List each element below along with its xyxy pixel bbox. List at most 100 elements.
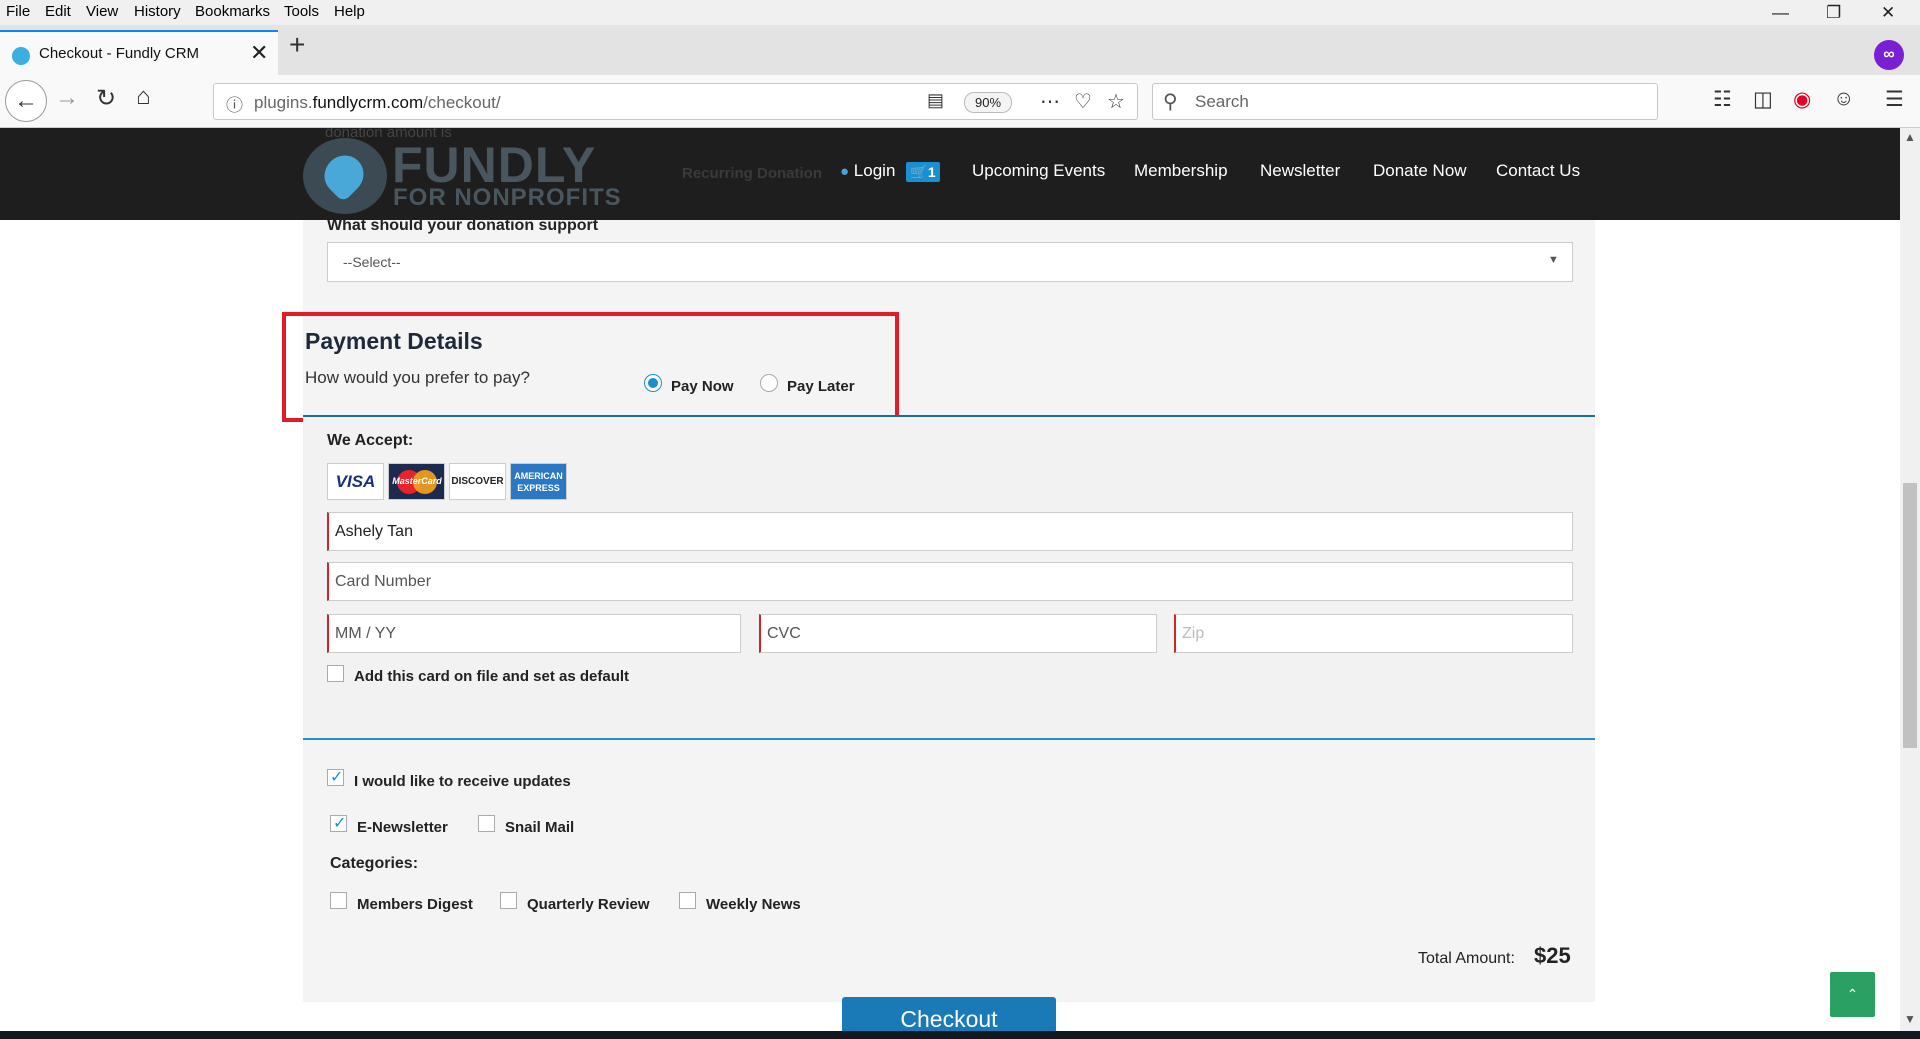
bookmark-star-icon[interactable]: ☆ — [1107, 89, 1125, 114]
menu-edit[interactable]: Edit — [45, 3, 71, 20]
weekly-news-label[interactable]: Weekly News — [706, 896, 801, 913]
save-card-checkbox[interactable] — [327, 665, 344, 682]
pocket-icon[interactable]: ♡ — [1074, 89, 1092, 114]
save-card-label[interactable]: Add this card on file and set as default — [354, 668, 629, 685]
tab-checkout[interactable]: Checkout - Fundly CRM ✕ — [0, 30, 278, 75]
cardholder-name-field[interactable] — [327, 512, 1573, 551]
search-icon: ⚲ — [1163, 91, 1178, 113]
members-digest-checkbox[interactable] — [330, 892, 347, 909]
reload-icon[interactable]: ↻ — [96, 84, 116, 113]
expiry-input[interactable] — [329, 615, 740, 652]
discover-card-icon: DISCOVER — [449, 463, 506, 500]
nav-upcoming-events[interactable]: Upcoming Events — [972, 161, 1105, 181]
os-taskbar — [0, 1031, 1920, 1039]
menu-tools[interactable]: Tools — [284, 3, 319, 20]
url-bar[interactable]: ⓘ plugins.fundlycrm.com/checkout/ ▤ 90% … — [213, 83, 1138, 120]
receive-updates-checkbox[interactable] — [327, 767, 344, 787]
pay-now-radio[interactable] — [644, 374, 662, 392]
snail-mail-label[interactable]: Snail Mail — [505, 819, 574, 836]
amex-card-icon: AMERICAN EXPRESS — [510, 463, 567, 500]
cardholder-name-input[interactable] — [329, 513, 1572, 550]
hamburger-menu-icon[interactable]: ☰ — [1885, 87, 1904, 112]
menu-help[interactable]: Help — [334, 3, 365, 20]
zoom-level[interactable]: 90% — [964, 92, 1012, 113]
user-icon: ● — [840, 163, 850, 180]
restore-icon[interactable]: ❐ — [1826, 3, 1841, 23]
checkout-button[interactable]: Checkout — [842, 997, 1056, 1031]
url-text: plugins.fundlycrm.com/checkout/ — [254, 93, 501, 112]
card-number-input[interactable] — [329, 563, 1572, 600]
page-viewport: donation amount is Recurring Donation FU… — [0, 128, 1900, 1031]
site-info-icon[interactable]: ⓘ — [226, 91, 243, 116]
menu-view[interactable]: View — [86, 3, 118, 20]
navigation-bar: ← → ↻ ⌂ ⓘ plugins.fundlycrm.com/checkout… — [0, 75, 1920, 128]
total-amount-value: $25 — [1534, 943, 1571, 968]
receive-updates-label[interactable]: I would like to receive updates — [354, 773, 571, 790]
home-icon[interactable]: ⌂ — [136, 83, 151, 111]
site-header: donation amount is Recurring Donation FU… — [0, 128, 1900, 220]
scrollbar-thumb[interactable] — [1903, 483, 1917, 748]
logo-tagline: FOR NONPROFITS — [393, 184, 622, 211]
account-icon[interactable]: ☺ — [1833, 87, 1854, 111]
back-icon[interactable]: ← — [5, 80, 47, 122]
card-number-field[interactable] — [327, 562, 1573, 601]
new-tab-icon[interactable]: + — [289, 29, 305, 61]
scrolled-recurring-label: Recurring Donation — [682, 165, 823, 182]
sidebar-icon[interactable]: ◫ — [1753, 87, 1773, 112]
donation-support-label: What should your donation support — [327, 217, 599, 234]
close-window-icon[interactable]: ✕ — [1881, 3, 1895, 23]
chevron-down-icon: ▼ — [1548, 254, 1559, 266]
tab-title: Checkout - Fundly CRM — [39, 45, 200, 62]
page-scrollbar[interactable]: ▲ ▼ — [1900, 128, 1920, 1031]
pay-later-label[interactable]: Pay Later — [787, 378, 855, 395]
tab-bar: Checkout - Fundly CRM ✕ + ∞ — [0, 25, 1920, 75]
scroll-down-icon[interactable]: ▼ — [1904, 1012, 1916, 1026]
menu-bar: File Edit View History Bookmarks Tools H… — [0, 0, 1920, 25]
browser-window: File Edit View History Bookmarks Tools H… — [0, 0, 1920, 1039]
library-icon[interactable]: ☷ — [1713, 87, 1732, 112]
forward-icon[interactable]: → — [55, 84, 79, 112]
pay-later-radio[interactable] — [760, 374, 778, 392]
cvc-field[interactable] — [759, 614, 1157, 653]
cvc-input[interactable] — [761, 615, 1156, 652]
menu-file[interactable]: File — [6, 3, 30, 20]
scroll-up-icon[interactable]: ▲ — [1904, 130, 1916, 144]
snail-mail-checkbox[interactable] — [478, 815, 495, 832]
visa-card-icon: VISA — [327, 463, 384, 500]
minimize-icon[interactable]: — — [1772, 3, 1789, 23]
payment-method-prompt: How would you prefer to pay? — [305, 368, 530, 387]
page-actions-icon[interactable]: ⋯ — [1040, 89, 1060, 114]
we-accept-label: We Accept: — [327, 432, 414, 449]
nav-membership[interactable]: Membership — [1134, 161, 1228, 181]
menu-history[interactable]: History — [134, 3, 181, 20]
mastercard-card-icon: MasterCard — [388, 463, 445, 500]
expiry-field[interactable] — [327, 614, 741, 653]
nav-donate-now[interactable]: Donate Now — [1373, 161, 1467, 181]
payment-details-title: Payment Details — [305, 328, 483, 354]
donation-support-select[interactable]: --Select-- ▼ — [327, 242, 1573, 282]
menu-bookmarks[interactable]: Bookmarks — [195, 3, 270, 20]
pinterest-icon[interactable]: ◉ — [1793, 87, 1811, 112]
weekly-news-checkbox[interactable] — [679, 892, 696, 909]
nav-contact-us[interactable]: Contact Us — [1496, 161, 1580, 181]
scroll-to-top-icon[interactable]: ⌃ — [1830, 972, 1875, 1017]
zip-field[interactable] — [1174, 614, 1573, 653]
quarterly-review-label[interactable]: Quarterly Review — [527, 896, 650, 913]
enewsletter-checkbox[interactable] — [330, 813, 347, 833]
search-input[interactable] — [1195, 90, 1635, 114]
fundly-logo-icon[interactable] — [303, 138, 387, 214]
enewsletter-label[interactable]: E-Newsletter — [357, 819, 448, 836]
quarterly-review-checkbox[interactable] — [500, 892, 517, 909]
login-link[interactable]: ● Login — [840, 161, 895, 181]
nav-newsletter[interactable]: Newsletter — [1260, 161, 1340, 181]
members-digest-label[interactable]: Members Digest — [357, 896, 473, 913]
favicon-icon — [12, 47, 30, 65]
tab-close-icon[interactable]: ✕ — [250, 40, 268, 66]
cart-badge[interactable]: 🛒1 — [906, 162, 940, 182]
zip-input[interactable] — [1176, 615, 1572, 652]
search-bar[interactable]: ⚲ — [1152, 83, 1658, 120]
reader-view-icon[interactable]: ▤ — [927, 90, 944, 111]
total-amount-label: Total Amount: — [1418, 950, 1515, 967]
pay-now-label[interactable]: Pay Now — [671, 378, 734, 395]
cart-icon: 🛒 — [910, 164, 928, 180]
